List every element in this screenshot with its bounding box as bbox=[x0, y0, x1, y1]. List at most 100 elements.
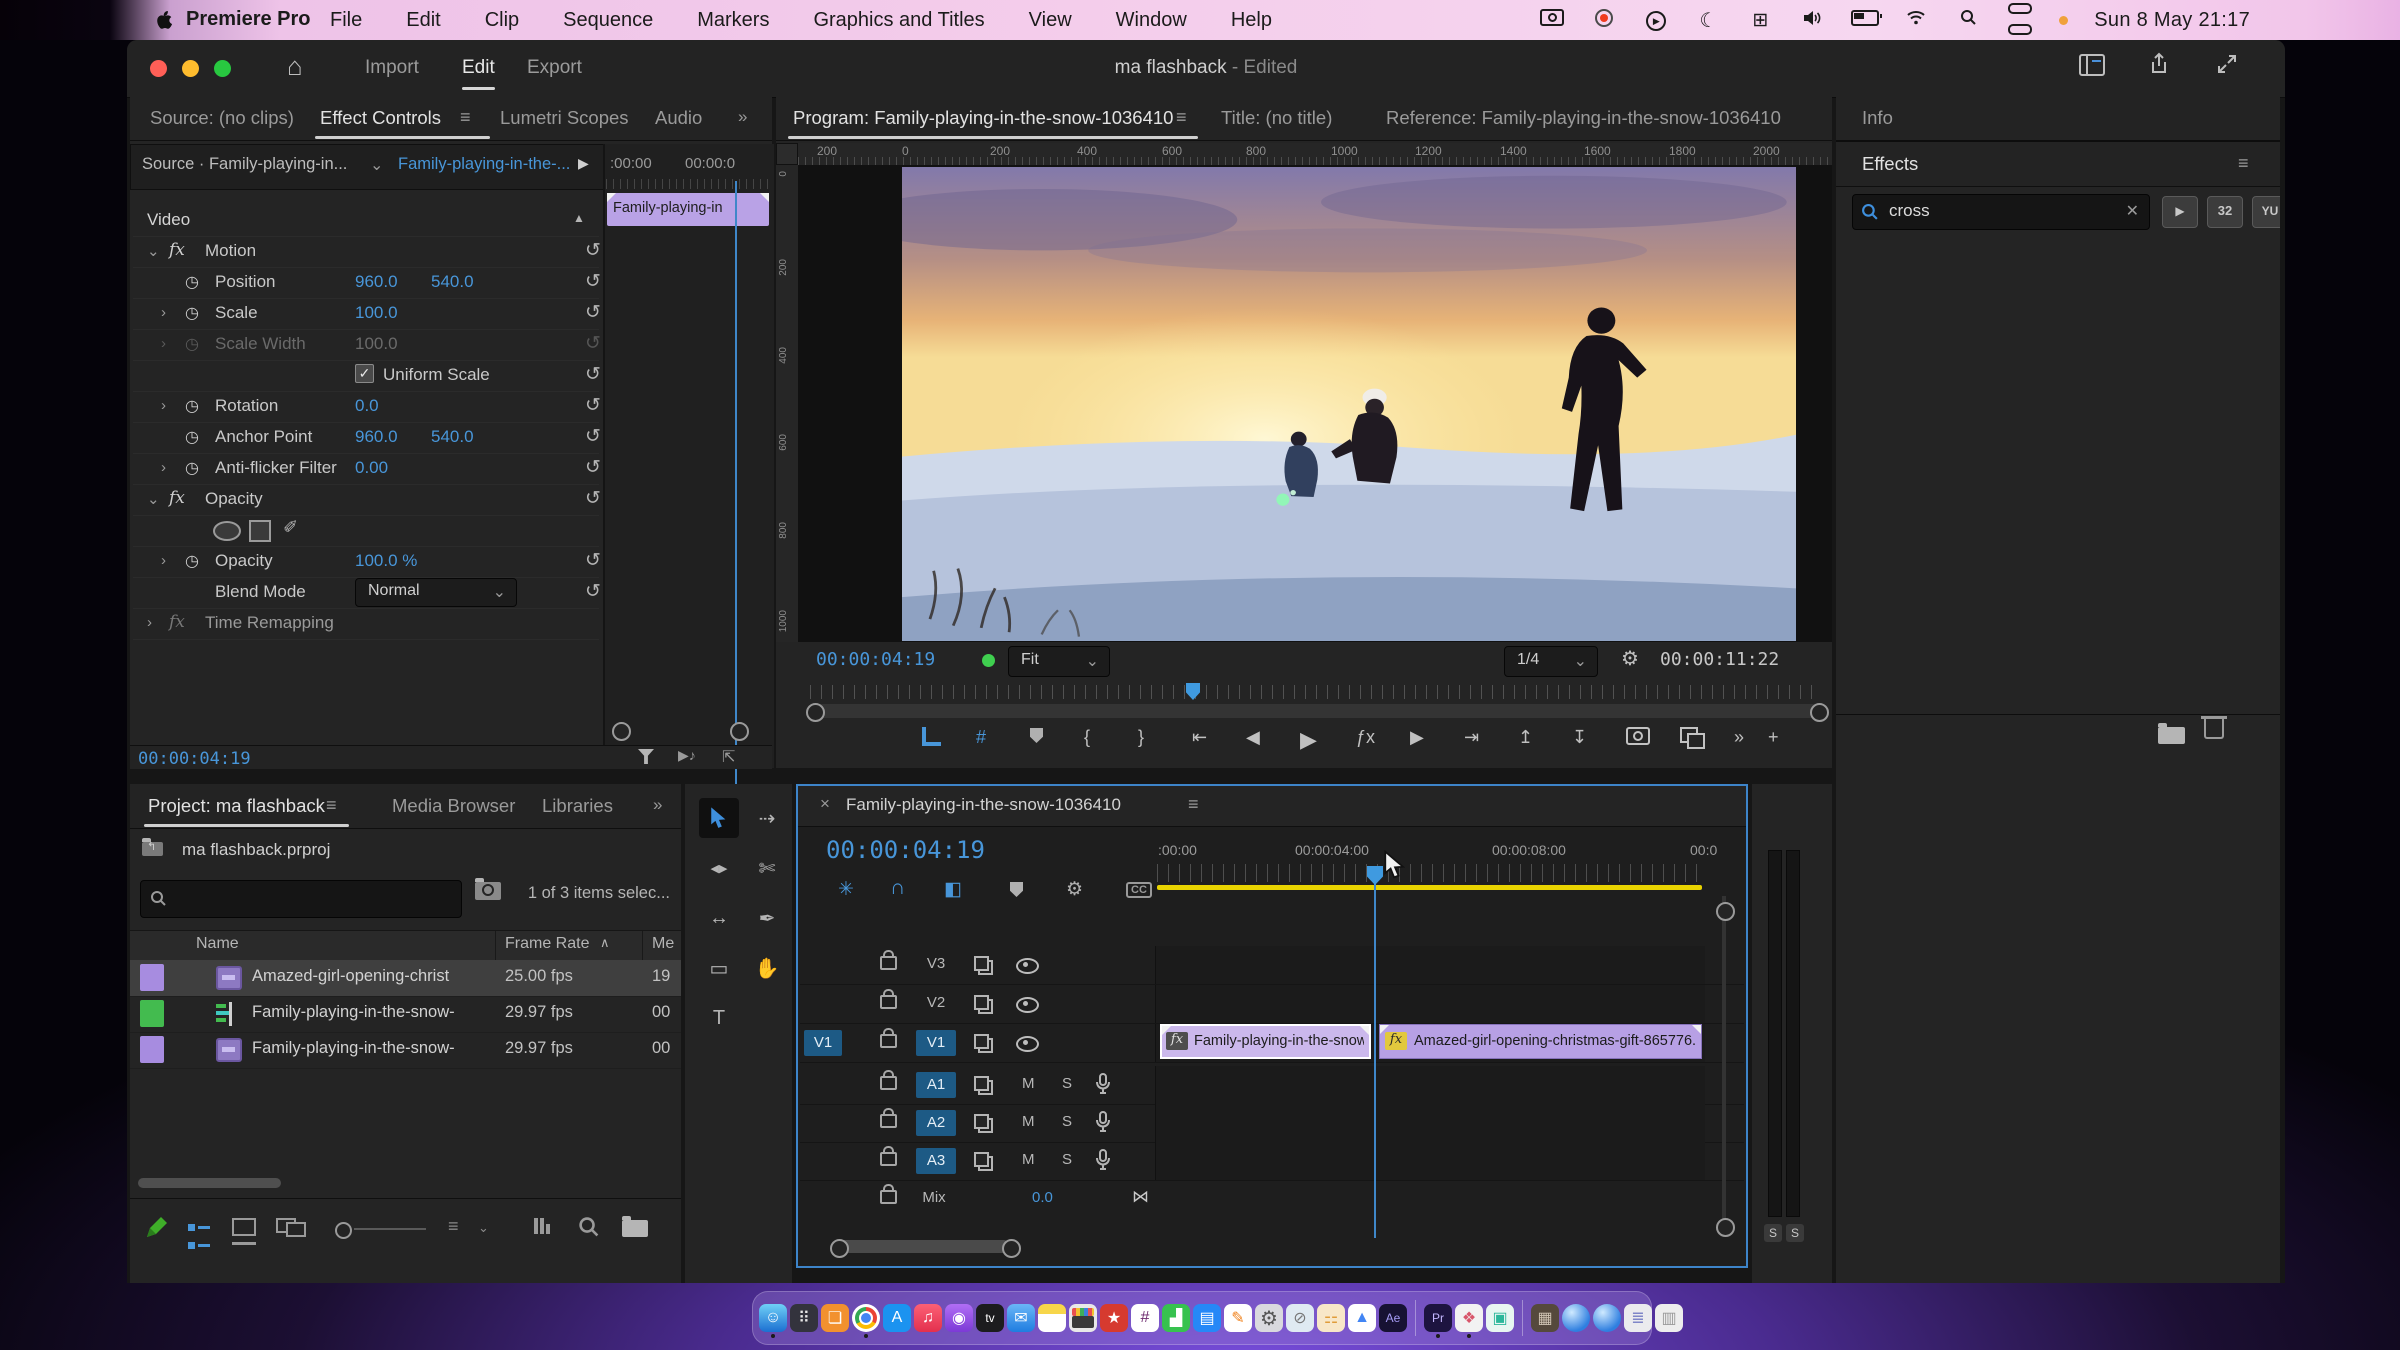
track-lane[interactable] bbox=[1155, 985, 1705, 1023]
new-bin-icon[interactable] bbox=[622, 1220, 648, 1237]
ec-row-anchor-point[interactable]: ◷Anchor Point960.0540.0↺ bbox=[133, 422, 599, 454]
stopwatch-icon[interactable]: ◷ bbox=[185, 303, 199, 323]
apple-menu-icon[interactable] bbox=[152, 9, 174, 31]
button-editor-icon[interactable]: + bbox=[1768, 727, 1779, 748]
project-row-2[interactable]: Family-playing-in-the-snow-29.97 fps00 bbox=[130, 996, 681, 1033]
program-menu-icon[interactable]: ≡ bbox=[1176, 107, 1188, 128]
find-icon[interactable] bbox=[578, 1216, 600, 1238]
lock-track-icon[interactable] bbox=[880, 956, 897, 975]
dock-item-slack[interactable]: # bbox=[1131, 1304, 1159, 1332]
mark-out-icon[interactable]: } bbox=[1138, 727, 1144, 748]
comparison-view-icon[interactable] bbox=[1680, 727, 1698, 748]
dock-item-media-collage[interactable]: ❖ bbox=[1455, 1304, 1483, 1332]
solo-left-button[interactable]: S bbox=[1764, 1224, 1782, 1242]
stopwatch-icon[interactable]: ◷ bbox=[185, 396, 199, 416]
ec-row-opacity[interactable]: ⌄fxOpacity↺ bbox=[133, 484, 599, 516]
tab-program-monitor[interactable]: Program: Family-playing-in-the-snow-1036… bbox=[793, 107, 1173, 129]
zoom-level-select[interactable]: Fit⌄ bbox=[1008, 646, 1110, 677]
dock-item-trash[interactable]: ▥ bbox=[1655, 1304, 1683, 1332]
project-hscrollbar[interactable] bbox=[138, 1178, 281, 1188]
ec-mini-ruler-ticks[interactable] bbox=[606, 179, 769, 189]
ec-row-position[interactable]: ◷Position960.0540.0↺ bbox=[133, 267, 599, 299]
reset-icon[interactable]: ↺ bbox=[585, 239, 601, 262]
effects-search-input[interactable]: cross ✕ bbox=[1852, 194, 2150, 230]
tab-lumetri-scopes[interactable]: Lumetri Scopes bbox=[500, 107, 629, 129]
mix-track[interactable]: Mix0.0⋈ bbox=[800, 1180, 1744, 1218]
sync-lock-icon[interactable] bbox=[978, 1118, 993, 1138]
step-forward-icon[interactable]: ▶ bbox=[1410, 727, 1424, 748]
project-root-icon[interactable]: ↰ bbox=[142, 842, 163, 861]
dock-item-premiere-pro[interactable]: Pr bbox=[1424, 1304, 1452, 1332]
dock-item-music[interactable]: ♫ bbox=[914, 1304, 942, 1332]
timeline-settings-wrench-icon[interactable]: ⚙ bbox=[1066, 878, 1083, 901]
track-lane[interactable] bbox=[1155, 946, 1705, 984]
dock-item-chart-app[interactable]: ▟ bbox=[1162, 1304, 1190, 1332]
timeline-menu-icon[interactable]: ≡ bbox=[1188, 794, 1200, 815]
value-field[interactable]: 0.00 bbox=[355, 458, 388, 478]
ec-scrollbar-right-handle[interactable] bbox=[730, 722, 749, 741]
captions-icon[interactable]: CC bbox=[1126, 882, 1152, 898]
volume-icon[interactable] bbox=[1799, 10, 1825, 31]
32bit-filter-icon[interactable]: 32 bbox=[2207, 196, 2243, 228]
timeline-vscroll-bottom-handle[interactable] bbox=[1716, 1218, 1735, 1237]
lock-track-icon[interactable] bbox=[880, 995, 897, 1014]
label-color-chip[interactable] bbox=[140, 1036, 164, 1063]
timeline-clip-1[interactable]: fx Family-playing-in-the-snow- bbox=[1160, 1024, 1371, 1059]
ec-row-uniform-scale[interactable]: ✓Uniform Scale↺ bbox=[133, 360, 599, 392]
play-circle-icon[interactable]: ▶ bbox=[1643, 9, 1669, 31]
value-field[interactable]: 100.0 bbox=[355, 334, 398, 354]
track-lane[interactable] bbox=[1155, 1142, 1705, 1180]
stopwatch-icon[interactable]: ◷ bbox=[185, 551, 199, 571]
reset-icon[interactable]: ↺ bbox=[585, 425, 601, 448]
icon-view-icon[interactable] bbox=[232, 1218, 256, 1245]
lock-track-icon[interactable] bbox=[880, 1152, 897, 1171]
timeline-playhead-line[interactable] bbox=[1374, 868, 1376, 1238]
project-menu-icon[interactable]: ≡ bbox=[326, 795, 338, 816]
screen-mirroring-icon[interactable] bbox=[1539, 9, 1565, 31]
window-manager-icon[interactable]: ⊞ bbox=[1747, 9, 1773, 32]
label-color-chip[interactable] bbox=[140, 1000, 164, 1027]
ec-row-motion[interactable]: ⌄fxMotion↺ bbox=[133, 236, 599, 268]
type-tool[interactable]: T bbox=[699, 998, 739, 1038]
list-view-icon[interactable] bbox=[188, 1218, 210, 1254]
collapse-section-icon[interactable]: ▲ bbox=[573, 211, 585, 225]
dock-item-ads-app[interactable]: ▲ bbox=[1348, 1304, 1376, 1332]
tab-title[interactable]: Title: (no title) bbox=[1221, 107, 1332, 129]
nest-toggle-icon[interactable]: ✳ bbox=[838, 878, 854, 901]
value-field[interactable]: 0.0 bbox=[355, 396, 379, 416]
reset-icon[interactable]: ↺ bbox=[585, 487, 601, 510]
timeline-playhead-handle[interactable] bbox=[1367, 866, 1383, 885]
value-field[interactable]: 100.0 % bbox=[355, 551, 417, 571]
spotlight-search-icon[interactable] bbox=[1955, 9, 1981, 31]
toggle-track-output-eye-icon[interactable] bbox=[1016, 997, 1039, 1018]
uniform-scale-checkbox[interactable]: ✓ bbox=[355, 364, 374, 383]
program-scrollbar[interactable] bbox=[810, 704, 1822, 718]
dock-item-finder[interactable]: ☺ bbox=[759, 1304, 787, 1332]
mute-track-button[interactable]: M bbox=[1022, 1075, 1035, 1092]
menu-item-clip[interactable]: Clip bbox=[485, 9, 519, 32]
dock-item-wunderlist[interactable]: ★ bbox=[1100, 1304, 1128, 1332]
automate-to-sequence-icon[interactable] bbox=[534, 1218, 550, 1239]
timeline-hscroll-left-handle[interactable] bbox=[830, 1239, 849, 1258]
reset-icon[interactable]: ↺ bbox=[585, 394, 601, 417]
share-export-icon[interactable] bbox=[2147, 52, 2171, 81]
dock-item-apple-tv[interactable]: tv bbox=[976, 1304, 1004, 1332]
global-fx-mute-icon[interactable]: ƒx bbox=[1356, 727, 1375, 748]
mark-in-icon[interactable]: { bbox=[1084, 727, 1090, 748]
selection-tool[interactable] bbox=[699, 798, 739, 838]
tab-source-monitor[interactable]: Source: (no clips) bbox=[150, 107, 294, 129]
ec-row-time-remapping[interactable]: ›fxTime Remapping bbox=[133, 608, 599, 640]
dock-item-launchpad[interactable]: ⠿ bbox=[790, 1304, 818, 1332]
blend-mode-select[interactable]: Normal⌄ bbox=[355, 578, 517, 607]
workspaces-icon[interactable] bbox=[2079, 54, 2105, 81]
dock-item-globe-stack-1[interactable] bbox=[1562, 1304, 1590, 1332]
voiceover-mic-icon[interactable] bbox=[1096, 1149, 1110, 1176]
stopwatch-icon[interactable]: ◷ bbox=[185, 427, 199, 447]
dock-item-chrome[interactable] bbox=[852, 1304, 880, 1332]
snap-magnet-icon[interactable]: ∩ bbox=[890, 876, 905, 900]
reset-icon[interactable]: ↺ bbox=[585, 332, 601, 355]
playback-resolution-select[interactable]: 1/4⌄ bbox=[1504, 646, 1598, 677]
mute-track-button[interactable]: M bbox=[1022, 1151, 1035, 1168]
sync-lock-icon[interactable] bbox=[978, 999, 993, 1019]
ec-row-opacity[interactable]: ›◷Opacity100.0 %↺ bbox=[133, 546, 599, 578]
